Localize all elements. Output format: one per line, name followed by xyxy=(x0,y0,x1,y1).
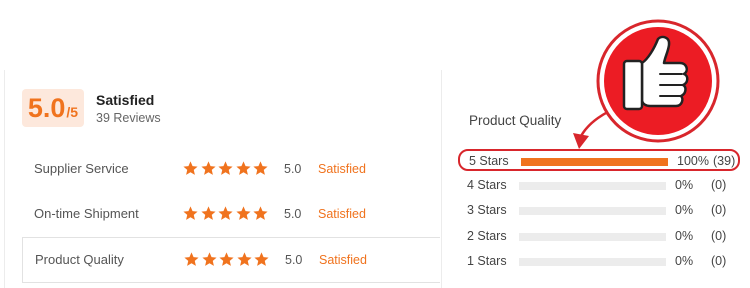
breakdown-percent: 0% xyxy=(675,178,694,192)
breakdown-percent: 0% xyxy=(675,254,694,268)
rating-score: 5.0 xyxy=(285,253,303,267)
star-icon xyxy=(236,252,252,266)
rating-row-supplier-service: Supplier Service 5.0 Satisfied xyxy=(22,147,440,193)
breakdown-label: 1 Stars xyxy=(467,254,507,268)
breakdown-count: (39) xyxy=(713,154,736,168)
breakdown-row-4-stars: 4 Stars 0% (0) xyxy=(458,175,740,197)
breakdown-count: (0) xyxy=(711,229,727,243)
overall-score-badge: 5.0 /5 xyxy=(22,89,84,127)
star-icon xyxy=(184,252,199,266)
star-icon xyxy=(201,252,217,266)
breakdown-bar-track xyxy=(519,182,666,190)
star-icon xyxy=(183,161,198,175)
breakdown-bar-track xyxy=(519,258,666,266)
rating-label: Supplier Service xyxy=(34,161,129,176)
review-count: 39 Reviews xyxy=(96,111,161,125)
star-rating xyxy=(183,251,271,268)
rating-score: 5.0 xyxy=(284,207,302,221)
star-icon xyxy=(254,252,269,266)
breakdown-bar-track xyxy=(521,158,668,166)
rating-row-on-time-shipment: On-time Shipment 5.0 Satisfied xyxy=(22,192,440,238)
rating-verdict: Satisfied xyxy=(318,207,366,221)
breakdown-row-1-stars: 1 Stars 0% (0) xyxy=(458,251,740,273)
star-rating xyxy=(182,160,270,177)
rating-row-product-quality[interactable]: Product Quality 5.0 Satisfied xyxy=(22,237,440,283)
star-icon xyxy=(219,252,234,266)
callout-arrow-head xyxy=(573,133,589,149)
star-icon xyxy=(183,206,198,220)
overall-score-max: /5 xyxy=(66,104,79,120)
star-icon xyxy=(253,206,268,220)
star-icon xyxy=(253,161,268,175)
star-rating xyxy=(182,205,270,222)
breakdown-count: (0) xyxy=(711,178,727,192)
breakdown-percent: 0% xyxy=(675,229,694,243)
rating-label: Product Quality xyxy=(35,252,124,267)
breakdown-bar-track xyxy=(519,207,666,215)
rating-score: 5.0 xyxy=(284,162,302,176)
star-icon xyxy=(200,161,216,175)
breakdown-label: 5 Stars xyxy=(469,154,509,168)
breakdown-row-5-stars: 5 Stars 100% (39) xyxy=(458,149,740,171)
breakdown-count: (0) xyxy=(711,254,727,268)
breakdown-label: 4 Stars xyxy=(467,178,507,192)
thumbs-up-icon xyxy=(596,19,720,143)
breakdown-bar-track xyxy=(519,233,666,241)
breakdown-title: Product Quality xyxy=(469,113,562,128)
rating-verdict: Satisfied xyxy=(318,162,366,176)
star-icon xyxy=(200,206,216,220)
star-icon xyxy=(218,161,233,175)
breakdown-bar-fill xyxy=(521,158,668,166)
overall-verdict: Satisfied xyxy=(96,92,155,108)
rating-verdict: Satisfied xyxy=(319,253,367,267)
rating-label: On-time Shipment xyxy=(34,206,139,221)
breakdown-row-3-stars: 3 Stars 0% (0) xyxy=(458,200,740,222)
star-icon xyxy=(235,206,251,220)
overall-score: 5.0 xyxy=(27,93,66,123)
breakdown-row-2-stars: 2 Stars 0% (0) xyxy=(458,226,740,248)
breakdown-percent: 100% xyxy=(677,154,709,168)
breakdown-count: (0) xyxy=(711,203,727,217)
star-icon xyxy=(235,161,251,175)
breakdown-percent: 0% xyxy=(675,203,694,217)
star-icon xyxy=(218,206,233,220)
breakdown-label: 3 Stars xyxy=(467,203,507,217)
breakdown-label: 2 Stars xyxy=(467,229,507,243)
